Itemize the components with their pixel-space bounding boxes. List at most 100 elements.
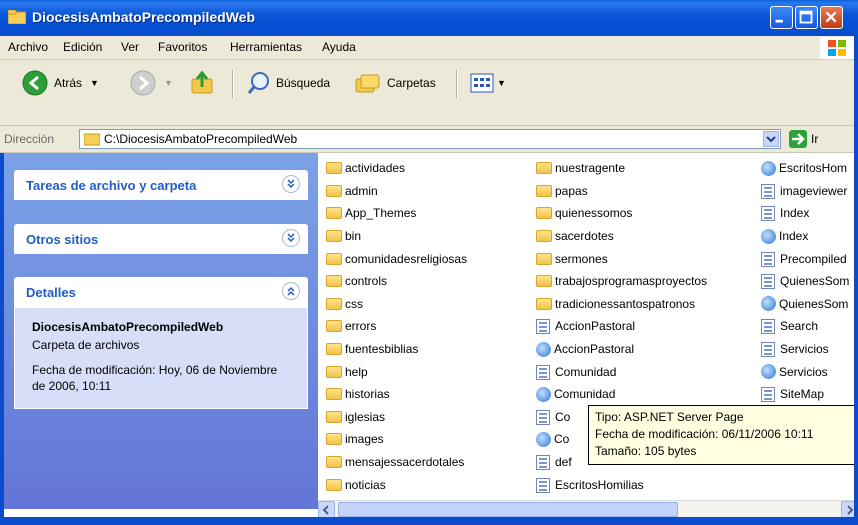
file-name: css	[345, 296, 363, 311]
chevron-down-icon	[766, 136, 776, 143]
file-item[interactable]: errors	[326, 315, 467, 338]
file-item[interactable]: noticias	[326, 473, 467, 496]
menu-ver[interactable]: Ver	[121, 40, 139, 54]
file-item[interactable]: css	[326, 293, 467, 316]
file-item[interactable]: sacerdotes	[536, 225, 707, 248]
aspx-file-icon	[536, 319, 552, 335]
chevron-down-icon[interactable]: ▼	[164, 78, 173, 88]
folders-label: Carpetas	[387, 76, 436, 90]
file-name: quienessomos	[555, 206, 633, 221]
aspx-file-icon	[761, 251, 777, 267]
title-bar[interactable]: DiocesisAmbatoPrecompiledWeb	[0, 0, 858, 36]
collapse-chevron-icon[interactable]	[282, 282, 300, 300]
menu-favoritos[interactable]: Favoritos	[158, 40, 207, 54]
file-name: tradicionessantospatronos	[555, 296, 696, 311]
file-item[interactable]: QuienesSom	[761, 293, 849, 316]
file-item[interactable]: Comunidad	[536, 360, 707, 383]
aspx-file-icon	[536, 477, 552, 493]
up-folder-icon	[191, 70, 213, 94]
file-item[interactable]: App_Themes	[326, 202, 467, 225]
file-item[interactable]: tradicionessantospatronos	[536, 293, 707, 316]
file-item[interactable]: Comunidad	[536, 383, 707, 406]
file-item[interactable]: AccionPastoral	[536, 315, 707, 338]
minimize-icon	[775, 19, 783, 23]
go-button[interactable]: Ir	[789, 130, 818, 148]
file-item[interactable]: images	[326, 428, 467, 451]
file-item[interactable]: iglesias	[326, 406, 467, 429]
file-item[interactable]: AccionPastoral	[536, 338, 707, 361]
file-name: errors	[345, 319, 377, 334]
file-item[interactable]: EscritosHomilias	[536, 473, 707, 496]
file-item[interactable]: bin	[326, 225, 467, 248]
address-input[interactable]: C:\DiocesisAmbatoPrecompiledWeb	[79, 129, 781, 149]
file-item[interactable]: QuienesSom	[761, 270, 849, 293]
file-item[interactable]: sermones	[536, 247, 707, 270]
folder-icon	[536, 297, 552, 310]
scroll-left-button[interactable]	[318, 501, 335, 518]
web-page-icon	[761, 296, 776, 312]
file-item[interactable]: Index	[761, 202, 849, 225]
go-label: Ir	[811, 132, 819, 146]
file-item[interactable]: papas	[536, 180, 707, 203]
file-item[interactable]: fuentesbiblias	[326, 338, 467, 361]
file-item[interactable]: Index	[761, 225, 849, 248]
back-button[interactable]: Atrás ▼	[22, 65, 99, 101]
file-item[interactable]: SiteMap	[761, 383, 849, 406]
chevron-down-icon[interactable]: ▼	[497, 78, 506, 88]
expand-chevron-icon[interactable]	[282, 175, 300, 193]
details-modified: Fecha de modificación: Hoy, 06 de Noviem…	[32, 363, 278, 393]
close-button[interactable]	[820, 6, 843, 29]
forward-button[interactable]: ▼	[130, 65, 173, 101]
folder-icon	[326, 388, 342, 401]
panel-title: Otros sitios	[26, 232, 99, 247]
file-item[interactable]: imageviewer	[761, 180, 849, 203]
minimize-button[interactable]	[770, 6, 793, 29]
chevron-down-icon[interactable]: ▼	[90, 78, 99, 88]
other-places-header[interactable]: Otros sitios	[14, 224, 308, 254]
address-dropdown-button[interactable]	[763, 131, 779, 147]
details-header[interactable]: Detalles	[14, 277, 308, 307]
folder-icon	[326, 207, 342, 220]
file-name: historias	[345, 387, 390, 402]
scroll-thumb[interactable]	[338, 502, 678, 517]
file-item[interactable]: trabajosprogramasproyectos	[536, 270, 707, 293]
aspx-file-icon	[536, 364, 552, 380]
up-folder-button[interactable]	[190, 65, 216, 101]
file-item[interactable]: help	[326, 360, 467, 383]
file-item[interactable]: Precompiled	[761, 247, 849, 270]
web-page-icon	[536, 386, 551, 402]
file-item[interactable]: comunidadesreligiosas	[326, 247, 467, 270]
file-item[interactable]: controls	[326, 270, 467, 293]
file-name: nuestragente	[555, 161, 626, 176]
search-icon	[247, 72, 269, 94]
folder-icon	[326, 320, 342, 333]
file-name: bin	[345, 229, 362, 244]
menu-ayuda[interactable]: Ayuda	[322, 40, 356, 54]
file-item[interactable]: mensajessacerdotales	[326, 451, 467, 474]
file-item[interactable]: quienessomos	[536, 202, 707, 225]
horizontal-scrollbar[interactable]	[318, 500, 858, 518]
menu-herramientas[interactable]: Herramientas	[230, 40, 302, 54]
file-item[interactable]: historias	[326, 383, 467, 406]
aspx-file-icon	[761, 387, 777, 403]
file-item[interactable]: Search	[761, 315, 849, 338]
aspx-file-icon	[761, 319, 777, 335]
folders-button[interactable]: Carpetas	[355, 65, 436, 101]
menu-edicion[interactable]: Edición	[63, 40, 102, 54]
window-border	[0, 153, 4, 517]
file-item[interactable]: Servicios	[761, 360, 849, 383]
expand-chevron-icon[interactable]	[282, 229, 300, 247]
file-folder-tasks-header[interactable]: Tareas de archivo y carpeta	[14, 170, 308, 200]
aspx-file-icon	[761, 206, 777, 222]
menu-archivo[interactable]: Archivo	[8, 40, 48, 54]
file-item[interactable]: EscritosHom	[761, 157, 849, 180]
tooltip-type: Tipo: ASP.NET Server Page	[595, 410, 744, 424]
panel-title: Detalles	[26, 285, 76, 300]
file-item[interactable]: admin	[326, 180, 467, 203]
file-item[interactable]: nuestragente	[536, 157, 707, 180]
file-item[interactable]: actividades	[326, 157, 467, 180]
maximize-button[interactable]	[795, 6, 818, 29]
views-button[interactable]: ▼	[470, 65, 506, 101]
file-item[interactable]: Servicios	[761, 338, 849, 361]
search-button[interactable]: Búsqueda	[246, 65, 330, 101]
